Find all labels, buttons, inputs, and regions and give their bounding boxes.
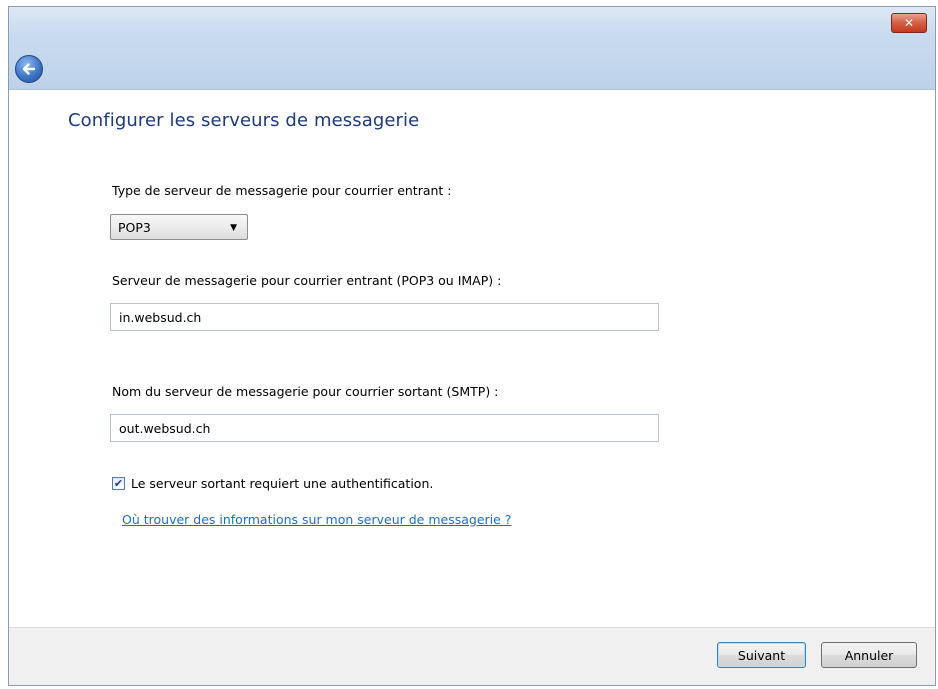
back-button[interactable] <box>15 55 43 83</box>
chevron-down-icon: ▼ <box>230 223 237 233</box>
incoming-type-value: POP3 <box>118 220 151 235</box>
incoming-type-label: Type de serveur de messagerie pour courr… <box>112 183 452 198</box>
outgoing-server-value: out.websud.ch <box>119 421 211 436</box>
title-bar: ✕ <box>9 7 935 90</box>
close-button[interactable]: ✕ <box>891 13 927 33</box>
dialog-window: ✕ Configurer les serveurs de messagerie … <box>8 6 936 686</box>
back-arrow-icon <box>22 63 36 75</box>
dialog-footer: Suivant Annuler <box>9 627 935 685</box>
incoming-server-input[interactable]: in.websud.ch <box>110 303 659 331</box>
next-button[interactable]: Suivant <box>717 642 806 668</box>
auth-checkbox[interactable]: ✔ <box>112 477 125 490</box>
page-title: Configurer les serveurs de messagerie <box>68 110 420 131</box>
cancel-button[interactable]: Annuler <box>821 642 917 668</box>
incoming-server-label: Serveur de messagerie pour courrier entr… <box>112 273 502 288</box>
help-link[interactable]: Où trouver des informations sur mon serv… <box>122 512 511 527</box>
outgoing-server-input[interactable]: out.websud.ch <box>110 414 659 442</box>
incoming-type-select[interactable]: POP3 ▼ <box>110 214 248 240</box>
incoming-server-value: in.websud.ch <box>119 310 202 325</box>
close-icon: ✕ <box>903 16 915 30</box>
dialog-content: Configurer les serveurs de messagerie Ty… <box>9 90 935 628</box>
auth-checkbox-label[interactable]: Le serveur sortant requiert une authenti… <box>131 476 433 491</box>
checkmark-icon: ✔ <box>113 477 124 490</box>
outgoing-server-label: Nom du serveur de messagerie pour courri… <box>112 384 499 399</box>
